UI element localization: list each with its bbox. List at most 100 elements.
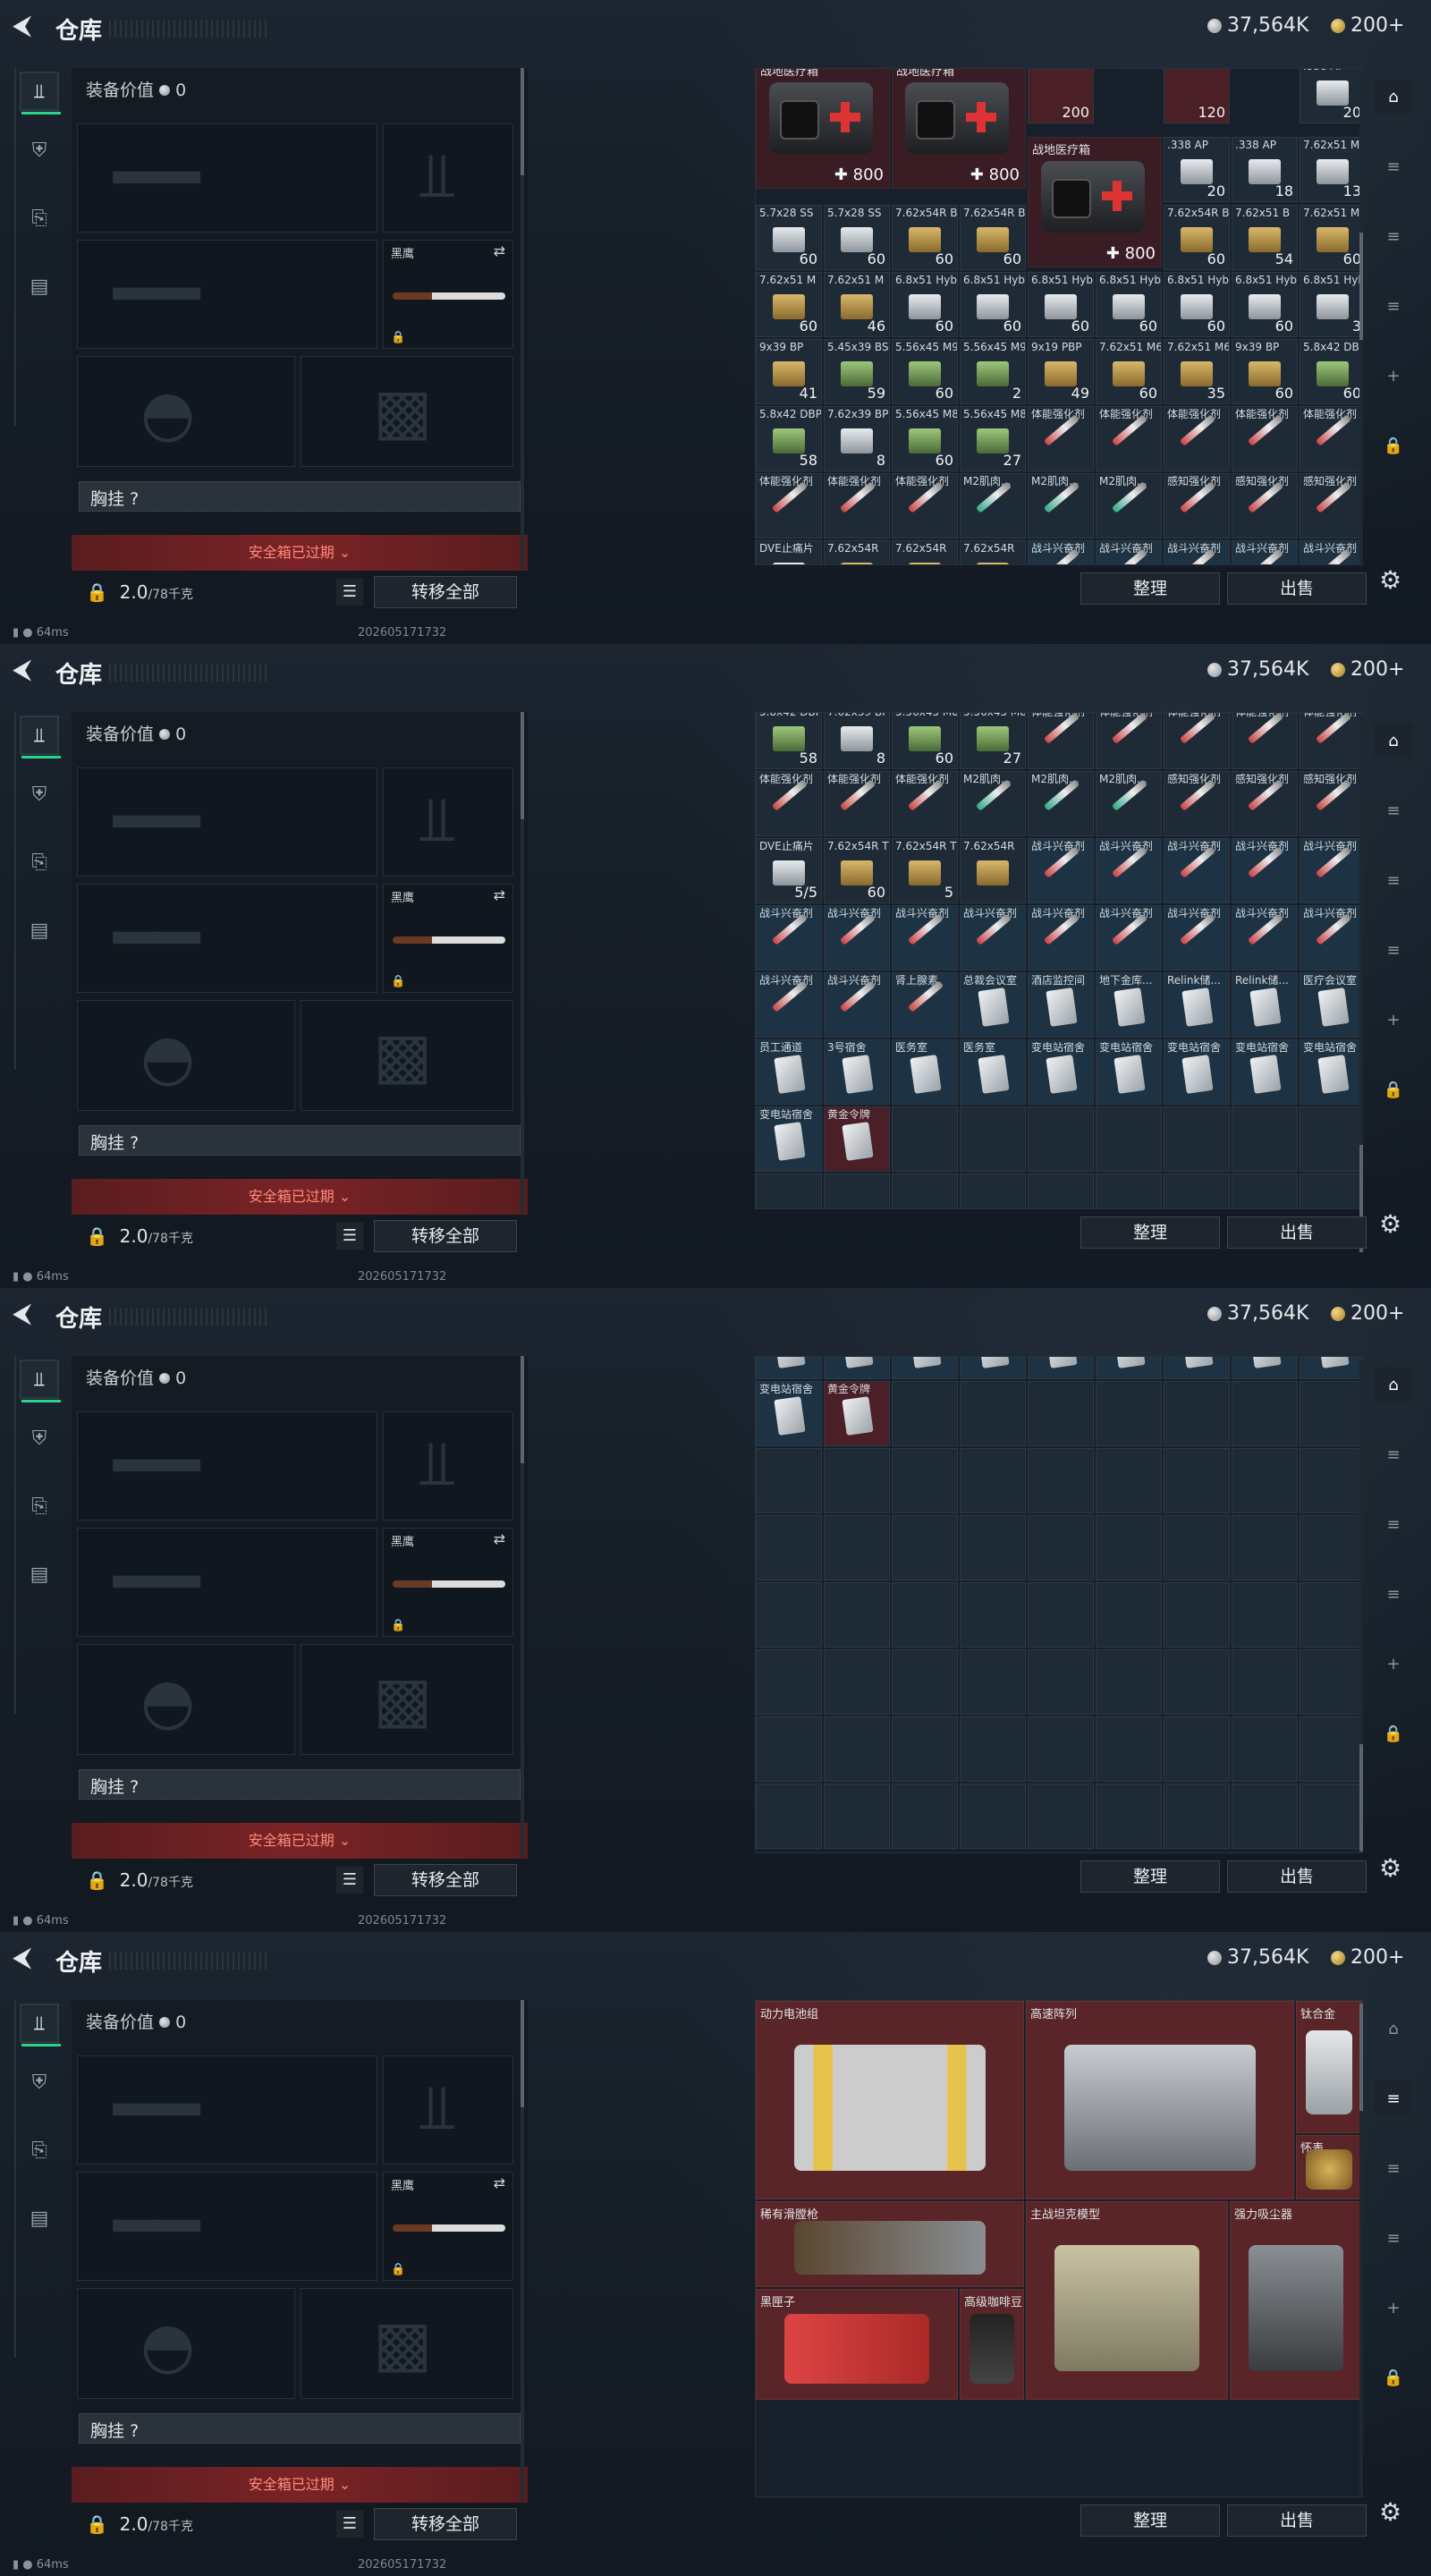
medkit-item[interactable]: 战地医疗箱 ✚ 800	[892, 69, 1026, 189]
move-all-button[interactable]: 转移全部	[374, 576, 517, 608]
loadout-scrollbar[interactable]	[521, 2000, 524, 2501]
secondary-weapon-slot[interactable]: ━━	[77, 240, 377, 349]
list-icon[interactable]: ☰	[336, 1223, 363, 1250]
stash-item[interactable]: 黄金令牌	[824, 1106, 890, 1172]
gear-icon[interactable]: ⚙	[1379, 1853, 1401, 1883]
helmet-slot[interactable]: ◓	[77, 356, 295, 467]
stash-item[interactable]: 7.62x54R T 60	[824, 838, 890, 903]
safebox-expired-banner[interactable]: 安全箱已过期 ⌄	[72, 1823, 528, 1859]
stash-item[interactable]: 200	[1028, 69, 1094, 123]
stash-item[interactable]: 变电站宿舍	[756, 1106, 822, 1172]
gold-currency[interactable]: 200+	[1331, 1946, 1404, 1969]
stash-item[interactable]: 变电站宿舍	[1028, 1039, 1094, 1105]
stash-item[interactable]: 7.62x51 M6 60	[1096, 339, 1162, 404]
empty-cell[interactable]	[1164, 1381, 1230, 1446]
stash-item[interactable]: 医疗会议室	[1300, 972, 1362, 1038]
stash-item[interactable]: 战斗兴奋剂	[1096, 540, 1162, 564]
stash-item[interactable]: 7.62x51 M 13	[1300, 137, 1362, 202]
stash-item[interactable]	[1164, 1357, 1230, 1379]
move-all-button[interactable]: 转移全部	[374, 1864, 517, 1896]
stash-item[interactable]	[824, 1357, 890, 1379]
empty-cell[interactable]	[1300, 1174, 1362, 1208]
stash-item[interactable]: 感知强化剂	[1300, 771, 1362, 836]
stash-item[interactable]: DVE止痛片	[756, 540, 822, 564]
stash-item[interactable]: 9x19 PBP 49	[1028, 339, 1094, 404]
loadout-scrollbar[interactable]	[521, 1356, 524, 1857]
loadout-scrollbar[interactable]	[521, 68, 524, 569]
armor-icon[interactable]: ⛨	[20, 775, 59, 814]
stash-item[interactable]: 7.62x54R B 60	[1164, 205, 1230, 270]
stash-scrollbar[interactable]	[1359, 2004, 1363, 2496]
lock-icon[interactable]: 🔒	[1374, 1072, 1413, 1107]
stash-item[interactable]: 战斗兴奋剂	[1232, 905, 1298, 970]
melee-slot[interactable]: 黑鹰 ⇄ 🔒	[383, 240, 513, 349]
empty-cell[interactable]	[1232, 1381, 1298, 1446]
stash-item[interactable]: 5.56x45 M855A1 60	[892, 406, 958, 471]
gun-icon[interactable]: ⫫	[20, 1360, 61, 1402]
empty-cell[interactable]	[892, 1381, 958, 1446]
empty-cell[interactable]	[1028, 1784, 1094, 1849]
empty-cell[interactable]	[1164, 1448, 1230, 1513]
gold-currency[interactable]: 200+	[1331, 658, 1404, 681]
stash-scrollbar[interactable]	[1359, 72, 1363, 564]
stash-item[interactable]: 体能强化剂	[824, 771, 890, 836]
empty-cell[interactable]	[1300, 1448, 1362, 1513]
stash-item[interactable]: 5.7x28 SS 60	[756, 205, 822, 270]
armor-slot[interactable]: ▩	[301, 2288, 513, 2399]
empty-cell[interactable]	[1096, 1448, 1162, 1513]
melee-slot[interactable]: 黑鹰 ⇄ 🔒	[383, 884, 513, 993]
stash-item[interactable]: 战斗兴奋剂	[1164, 540, 1230, 564]
stash-item[interactable]	[1232, 1357, 1298, 1379]
back-arrow-icon[interactable]: ⮜	[13, 1301, 39, 1327]
stash-home-icon[interactable]: ⌂	[1374, 1367, 1413, 1402]
armor-slot[interactable]: ▩	[301, 356, 513, 467]
stash-item[interactable]: 7.62x51 M 60	[756, 272, 822, 337]
stash-item[interactable]: 7.62x54R T 5	[892, 838, 958, 903]
stash-item[interactable]: 5.45x39 BS 59	[824, 339, 890, 404]
empty-cell[interactable]	[824, 1515, 890, 1580]
lock-icon[interactable]: 🔒	[1374, 428, 1413, 463]
valuable-item[interactable]: 动力电池组	[756, 2001, 1024, 2199]
stash-item[interactable]: 体能强化剂	[1028, 406, 1094, 471]
empty-cell[interactable]	[1164, 1649, 1230, 1715]
stash-item[interactable]: 战斗兴奋剂	[824, 905, 890, 970]
stash-item[interactable]: 120	[1164, 69, 1230, 123]
empty-cell[interactable]	[960, 1784, 1026, 1849]
empty-cell[interactable]	[1028, 1515, 1094, 1580]
valuable-item[interactable]: 黑匣子	[756, 2289, 958, 2400]
empty-cell[interactable]	[1096, 1174, 1162, 1208]
pistol-slot[interactable]: ⫫	[383, 123, 513, 233]
empty-cell[interactable]	[756, 1784, 822, 1849]
gun-icon[interactable]: ⫫	[20, 2004, 61, 2046]
empty-cell[interactable]	[1164, 1716, 1230, 1782]
empty-cell[interactable]	[960, 1381, 1026, 1446]
primary-weapon-slot[interactable]: ━━	[77, 2055, 377, 2165]
sell-button[interactable]: 出售	[1227, 2504, 1367, 2537]
stash-tab-3[interactable]: ≡	[1374, 2150, 1413, 2186]
stash-tab-4[interactable]: ≡	[1374, 1576, 1413, 1612]
stash-item[interactable]: M2肌肉...	[1096, 771, 1162, 836]
empty-cell[interactable]	[1300, 1784, 1362, 1849]
stash-item[interactable]: 变电站宿舍	[1300, 1039, 1362, 1105]
stash-item[interactable]: M2肌肉...	[1028, 771, 1094, 836]
stash-item[interactable]	[1028, 1357, 1094, 1379]
valuable-item[interactable]: 高速阵列	[1026, 2001, 1294, 2199]
stash-tab-2[interactable]: ≡	[1374, 2080, 1413, 2116]
stash-item[interactable]: 6.8x51 Hyb 60	[960, 272, 1026, 337]
empty-cell[interactable]	[960, 1649, 1026, 1715]
back-arrow-icon[interactable]: ⮜	[13, 657, 39, 683]
stash-item[interactable]: 战斗兴奋剂	[1232, 540, 1298, 564]
empty-cell[interactable]	[1232, 1716, 1298, 1782]
sort-button[interactable]: 整理	[1080, 2504, 1220, 2537]
swap-icon[interactable]: ⇄	[494, 1530, 505, 1547]
melee-slot[interactable]: 黑鹰 ⇄ 🔒	[383, 2172, 513, 2281]
empty-cell[interactable]	[824, 1649, 890, 1715]
empty-cell[interactable]	[892, 1106, 958, 1172]
stash-item[interactable]: 战斗兴奋剂	[1164, 905, 1230, 970]
stash-item[interactable]: M2肌肉...	[1096, 473, 1162, 538]
gear-icon[interactable]: ⚙	[1379, 2497, 1401, 2527]
stash-item[interactable]: M2肌肉...	[960, 771, 1026, 836]
scroll-thumb[interactable]	[1359, 1744, 1363, 1852]
stash-item[interactable]: 战斗兴奋剂	[1028, 905, 1094, 970]
stash-item[interactable]: 肾上腺素	[892, 972, 958, 1038]
